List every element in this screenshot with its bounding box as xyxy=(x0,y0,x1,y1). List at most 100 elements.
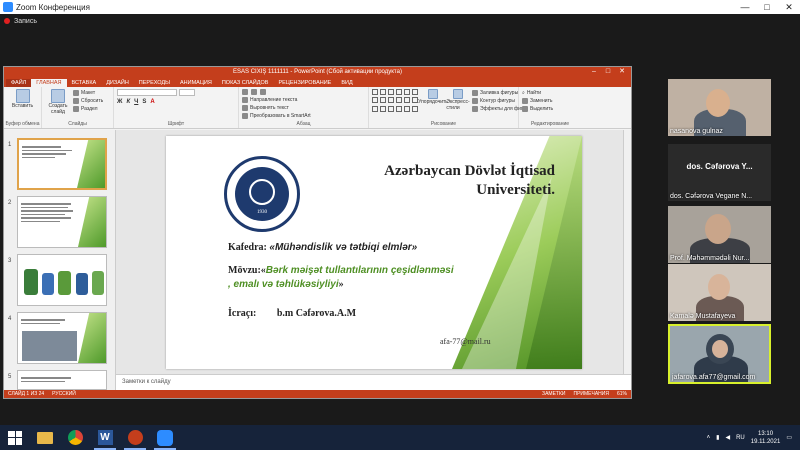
layout-label: Макет xyxy=(81,90,96,96)
paste-button[interactable]: Вставить xyxy=(12,103,33,109)
taskbar-chrome[interactable] xyxy=(60,425,90,450)
taskbar-word[interactable]: W xyxy=(90,425,120,450)
section-button[interactable]: Раздел xyxy=(73,105,103,113)
volume-icon[interactable]: ◀ xyxy=(725,434,730,441)
paste-icon[interactable] xyxy=(15,89,30,103)
smartart-button[interactable]: Преобразовать в SmartArt xyxy=(242,112,365,120)
taskbar-zoom[interactable] xyxy=(150,425,180,450)
new-slide-icon[interactable] xyxy=(51,89,65,103)
tab-design[interactable]: ДИЗАЙН xyxy=(101,79,134,87)
italic-button[interactable]: К xyxy=(126,99,130,105)
quick-styles-icon[interactable] xyxy=(453,89,463,99)
ppt-close-button[interactable]: ✕ xyxy=(615,67,629,77)
university-name: Azərbaycan Dövlət İqtisad Universiteti. xyxy=(384,162,555,200)
icraci-line: İcraçı: b.m Cəfərova.A.M xyxy=(228,308,356,319)
notes-toggle[interactable]: ЗАМЕТКИ xyxy=(542,391,565,397)
tab-file[interactable]: ФАЙЛ xyxy=(6,79,32,87)
folder-icon xyxy=(37,431,53,444)
text-direction-button[interactable]: Направление текста xyxy=(242,96,365,104)
arrange-button[interactable]: Упорядочить xyxy=(418,99,448,105)
comments-toggle[interactable]: ПРИМЕЧАНИЯ xyxy=(573,391,609,397)
ppt-title-bar: ESAS CIXIŞ 1111111 - PowerPoint (Сбой ак… xyxy=(4,67,631,77)
kafedra-value: «Mühəndislik və tətbiqi elmlər» xyxy=(269,242,418,253)
drawing-group: Упорядочить Экспресс-стили Заливка фигур… xyxy=(369,87,528,128)
font-size-field[interactable] xyxy=(179,89,195,96)
input-language[interactable]: RU xyxy=(736,435,745,441)
tab-home[interactable]: ГЛАВНАЯ xyxy=(31,79,67,87)
font-color-icon[interactable]: A xyxy=(150,99,154,105)
ppt-minimize-button[interactable]: – xyxy=(587,67,601,77)
university-line-2: Universiteti. xyxy=(476,182,555,198)
slide-number: 1 xyxy=(8,142,12,148)
ppt-window-title: ESAS CIXIŞ 1111111 - PowerPoint (Сбой ак… xyxy=(233,69,402,75)
start-button[interactable] xyxy=(0,425,30,450)
layout-button[interactable]: Макет xyxy=(73,89,103,97)
tab-view[interactable]: ВИД xyxy=(336,79,357,87)
slide-thumbnail-5[interactable] xyxy=(17,370,107,390)
language-indicator[interactable]: РУССКИЙ xyxy=(52,391,76,397)
participant-tile-active-speaker[interactable]: jafarova.afa77@gmail.com xyxy=(668,324,771,384)
tab-review[interactable]: РЕЦЕНЗИРОВАНИЕ xyxy=(273,79,336,87)
replace-label: Заменить xyxy=(530,98,553,104)
participant-tile[interactable]: Kamalə Mustafayeva xyxy=(668,264,771,321)
quick-styles-button[interactable]: Экспресс-стили xyxy=(446,99,469,111)
slide-thumbnail-2[interactable] xyxy=(17,196,107,248)
icraci-label: İcraçı: xyxy=(228,308,257,319)
participant-tile[interactable]: dos. Cəfərova Y... dos. Cəfərova Vegane … xyxy=(668,144,771,201)
current-slide[interactable]: 1930 Azərbaycan Dövlət İqtisad Universit… xyxy=(166,136,582,369)
reset-button[interactable]: Сбросить xyxy=(73,97,103,105)
close-button[interactable]: ✕ xyxy=(778,2,800,13)
system-tray: ˄ ▮ ◀ RU 13:10 19.11.2021 ▭ xyxy=(707,430,800,446)
zoom-level[interactable]: 61% xyxy=(617,391,627,397)
underline-button[interactable]: Ч xyxy=(134,99,138,105)
tab-slideshow[interactable]: ПОКАЗ СЛАЙДОВ xyxy=(217,79,274,87)
slide-number: 5 xyxy=(8,374,12,380)
ribbon: Вставить Буфер обмена Создать слайд Маке… xyxy=(4,87,631,129)
section-icon xyxy=(73,106,79,112)
replace-icon xyxy=(522,98,528,104)
zoom-app-icon xyxy=(157,429,173,446)
ppt-status-bar: СЛАЙД 1 ИЗ 24 РУССКИЙ ЗАМЕТКИ ПРИМЕЧАНИЯ… xyxy=(4,390,631,398)
select-button[interactable]: Выделить xyxy=(522,105,578,113)
tab-animation[interactable]: АНИМАЦИЯ xyxy=(175,79,217,87)
tab-transitions[interactable]: ПЕРЕХОДЫ xyxy=(134,79,175,87)
font-group: Ж К Ч S A Шрифт xyxy=(114,87,239,128)
tab-insert[interactable]: ВСТАВКА xyxy=(67,79,102,87)
slide-thumbnail-3[interactable] xyxy=(17,254,107,306)
participant-tile[interactable]: nasanova gulnaz xyxy=(668,79,771,136)
shapes-gallery[interactable] xyxy=(372,89,419,113)
create-slide-button[interactable]: Создать слайд xyxy=(45,103,71,115)
network-icon[interactable]: ▮ xyxy=(716,434,719,441)
globe-icon xyxy=(249,179,275,205)
bullets-icon[interactable] xyxy=(242,89,248,95)
numbering-icon[interactable] xyxy=(251,89,257,95)
bold-button[interactable]: Ж xyxy=(117,99,122,105)
align-text-button[interactable]: Выровнять текст xyxy=(242,104,365,112)
author-email: afa-77@mail.ru xyxy=(440,337,491,346)
recording-indicator[interactable]: Запись xyxy=(0,14,800,28)
vertical-scrollbar[interactable] xyxy=(623,130,631,374)
find-icon: ⌕ xyxy=(522,90,525,96)
slide-thumbnail-1[interactable] xyxy=(17,138,107,190)
find-button[interactable]: ⌕ Найти xyxy=(522,89,578,97)
tray-up-arrow-icon[interactable]: ˄ xyxy=(707,435,711,441)
indent-icon[interactable] xyxy=(260,89,266,95)
notifications-icon[interactable]: ▭ xyxy=(786,434,792,441)
arrange-icon[interactable] xyxy=(428,89,438,99)
notes-pane[interactable]: Заметки к слайду xyxy=(116,374,631,390)
replace-button[interactable]: Заменить xyxy=(522,97,578,105)
participant-name: Kamalə Mustafayeva xyxy=(670,313,736,320)
participant-tile[interactable]: Prof. Məhəmmədəli Nur... xyxy=(668,206,771,263)
movzu-close: » xyxy=(338,279,344,290)
windows-logo-icon xyxy=(8,430,22,445)
taskbar-explorer[interactable] xyxy=(30,425,60,450)
system-clock[interactable]: 13:10 19.11.2021 xyxy=(751,430,781,446)
taskbar-powerpoint[interactable] xyxy=(120,425,150,450)
minimize-button[interactable]: — xyxy=(734,2,756,13)
ppt-maximize-button[interactable]: □ xyxy=(601,67,615,77)
clock-time: 13:10 xyxy=(758,430,774,437)
slide-thumbnail-4[interactable] xyxy=(17,312,107,364)
strike-button[interactable]: S xyxy=(142,99,146,105)
font-name-field[interactable] xyxy=(117,89,177,96)
maximize-button[interactable]: □ xyxy=(756,2,778,13)
